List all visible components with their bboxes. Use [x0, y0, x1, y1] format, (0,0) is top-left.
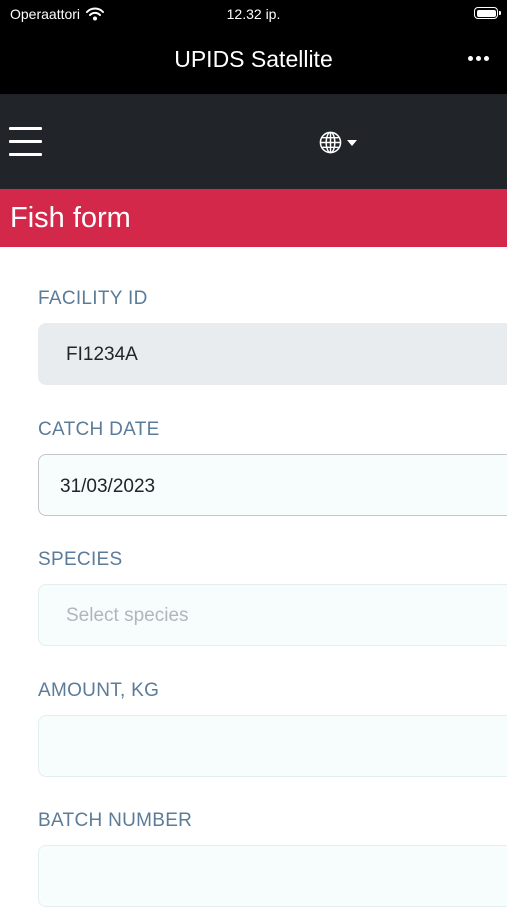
more-dot-icon — [468, 56, 473, 61]
batch-number-field[interactable] — [38, 845, 507, 907]
more-dot-icon — [484, 56, 489, 61]
species-placeholder: Select species — [66, 605, 189, 626]
navbar — [0, 94, 507, 189]
globe-icon — [319, 131, 342, 154]
app-title-bar: UPIDS Satellite — [0, 30, 507, 94]
chevron-down-icon — [347, 139, 357, 146]
status-time: 12.32 ip. — [226, 6, 281, 22]
species-select[interactable]: Select species — [38, 584, 507, 646]
catch-date-field[interactable]: 31/03/2023 — [38, 454, 507, 516]
form-header: Fish form — [0, 189, 507, 247]
more-dot-icon — [476, 56, 481, 61]
status-bar: Operaattori 12.32 ip. — [0, 0, 507, 30]
species-label: SPECIES — [38, 549, 123, 570]
hamburger-icon-line — [9, 127, 42, 130]
facility-id-field: FI1234A — [38, 323, 507, 385]
app-title: UPIDS Satellite — [174, 46, 333, 72]
battery-icon — [474, 7, 501, 19]
hamburger-menu-button[interactable] — [9, 127, 42, 157]
amount-kg-field[interactable] — [38, 715, 507, 777]
form-title: Fish form — [10, 202, 131, 234]
catch-date-value: 31/03/2023 — [60, 476, 156, 497]
hamburger-icon-line — [9, 153, 42, 156]
hamburger-icon-line — [9, 140, 42, 143]
batch-number-label: BATCH NUMBER — [38, 810, 193, 831]
catch-date-label: CATCH DATE — [38, 419, 160, 440]
more-options-button[interactable] — [468, 56, 489, 61]
amount-kg-label: AMOUNT, KG — [38, 680, 160, 701]
facility-id-value: FI1234A — [66, 344, 138, 365]
facility-id-label: FACILITY ID — [38, 288, 148, 309]
language-dropdown-toggle[interactable] — [319, 131, 357, 154]
